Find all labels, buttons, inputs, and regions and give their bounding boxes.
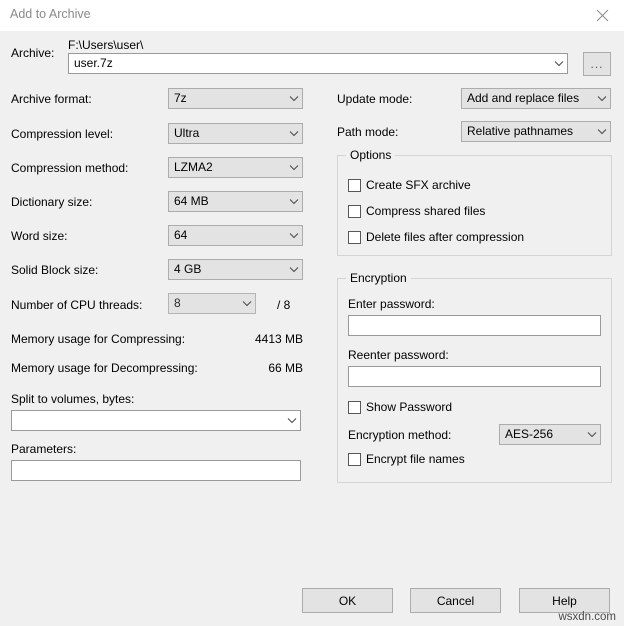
checkbox-icon [348, 231, 361, 244]
checkbox-delete-files-after-compression[interactable]: Delete files after compression [348, 231, 524, 244]
archive-filename-value: user.7z [69, 57, 550, 70]
chevron-down-icon [583, 431, 600, 438]
compression-method-value: LZMA2 [169, 161, 285, 174]
chevron-down-icon [285, 266, 302, 273]
memory-compress-label: Memory usage for Compressing: [11, 332, 185, 346]
checkbox-label: Encrypt file names [366, 453, 465, 466]
cpu-threads-total: / 8 [277, 298, 290, 312]
update-mode-value: Add and replace files [462, 92, 593, 105]
archive-format-label: Archive format: [11, 92, 92, 106]
checkbox-show-password[interactable]: Show Password [348, 401, 452, 414]
chevron-down-icon [285, 130, 302, 137]
encryption-method-value: AES-256 [500, 428, 583, 441]
archive-format-value: 7z [169, 92, 285, 105]
cancel-button[interactable]: Cancel [410, 588, 501, 613]
compression-level-label: Compression level: [11, 127, 113, 141]
memory-decompress-label: Memory usage for Decompressing: [11, 361, 198, 375]
chevron-down-icon [593, 95, 610, 102]
chevron-down-icon [238, 300, 255, 307]
reenter-password-label: Reenter password: [348, 348, 449, 362]
parameters-label: Parameters: [11, 442, 76, 456]
encryption-group-title: Encryption [346, 272, 411, 285]
path-mode-label: Path mode: [337, 125, 398, 139]
chevron-down-icon [285, 164, 302, 171]
split-volumes-label: Split to volumes, bytes: [11, 392, 134, 406]
chevron-down-icon [593, 128, 610, 135]
enter-password-label: Enter password: [348, 297, 435, 311]
ok-button[interactable]: OK [302, 588, 393, 613]
dictionary-size-label: Dictionary size: [11, 195, 92, 209]
word-size-value: 64 [169, 229, 285, 242]
chevron-down-icon [550, 60, 567, 67]
cpu-threads-combo[interactable]: 8 [168, 293, 256, 314]
browse-button[interactable]: ... [583, 52, 611, 76]
checkbox-icon [348, 205, 361, 218]
chevron-down-icon [283, 417, 300, 424]
dictionary-size-value: 64 MB [169, 195, 285, 208]
title-bar: Add to Archive [0, 0, 624, 31]
update-mode-label: Update mode: [337, 92, 412, 106]
solid-block-size-value: 4 GB [169, 263, 285, 276]
archive-path-text: F:\Users\user\ [68, 38, 143, 52]
close-icon [596, 9, 609, 22]
window-title: Add to Archive [10, 7, 91, 21]
path-mode-combo[interactable]: Relative pathnames [461, 121, 611, 142]
compression-method-combo[interactable]: LZMA2 [168, 157, 303, 178]
chevron-down-icon [285, 198, 302, 205]
archive-format-combo[interactable]: 7z [168, 88, 303, 109]
archive-label: Archive: [11, 46, 54, 60]
reenter-password-input[interactable] [348, 366, 601, 387]
checkbox-compress-shared-files[interactable]: Compress shared files [348, 205, 485, 218]
checkbox-encrypt-file-names[interactable]: Encrypt file names [348, 453, 465, 466]
encryption-method-combo[interactable]: AES-256 [499, 424, 601, 445]
checkbox-label: Delete files after compression [366, 231, 524, 244]
checkbox-icon [348, 401, 361, 414]
enter-password-input[interactable] [348, 315, 601, 336]
checkbox-label: Show Password [366, 401, 452, 414]
chevron-down-icon [285, 95, 302, 102]
solid-block-size-combo[interactable]: 4 GB [168, 259, 303, 280]
path-mode-value: Relative pathnames [462, 125, 593, 138]
split-volumes-combo[interactable] [11, 410, 301, 431]
close-button[interactable] [580, 0, 624, 30]
compression-level-combo[interactable]: Ultra [168, 123, 303, 144]
word-size-label: Word size: [11, 229, 67, 243]
checkbox-create-sfx-archive[interactable]: Create SFX archive [348, 179, 471, 192]
checkbox-label: Compress shared files [366, 205, 485, 218]
cpu-threads-value: 8 [169, 297, 238, 310]
encryption-method-label: Encryption method: [348, 428, 451, 442]
memory-decompress-value: 66 MB [203, 361, 303, 375]
help-button[interactable]: Help [519, 588, 610, 613]
watermark: wsxdn.com [558, 611, 616, 623]
cpu-threads-label: Number of CPU threads: [11, 298, 142, 312]
solid-block-size-label: Solid Block size: [11, 263, 98, 277]
checkbox-label: Create SFX archive [366, 179, 471, 192]
compression-method-label: Compression method: [11, 161, 128, 175]
memory-compress-value: 4413 MB [203, 332, 303, 346]
parameters-input[interactable] [11, 460, 301, 481]
checkbox-icon [348, 453, 361, 466]
dictionary-size-combo[interactable]: 64 MB [168, 191, 303, 212]
options-group-title: Options [346, 149, 395, 162]
archive-filename-combo[interactable]: user.7z [68, 53, 568, 74]
checkbox-icon [348, 179, 361, 192]
word-size-combo[interactable]: 64 [168, 225, 303, 246]
chevron-down-icon [285, 232, 302, 239]
compression-level-value: Ultra [169, 127, 285, 140]
update-mode-combo[interactable]: Add and replace files [461, 88, 611, 109]
